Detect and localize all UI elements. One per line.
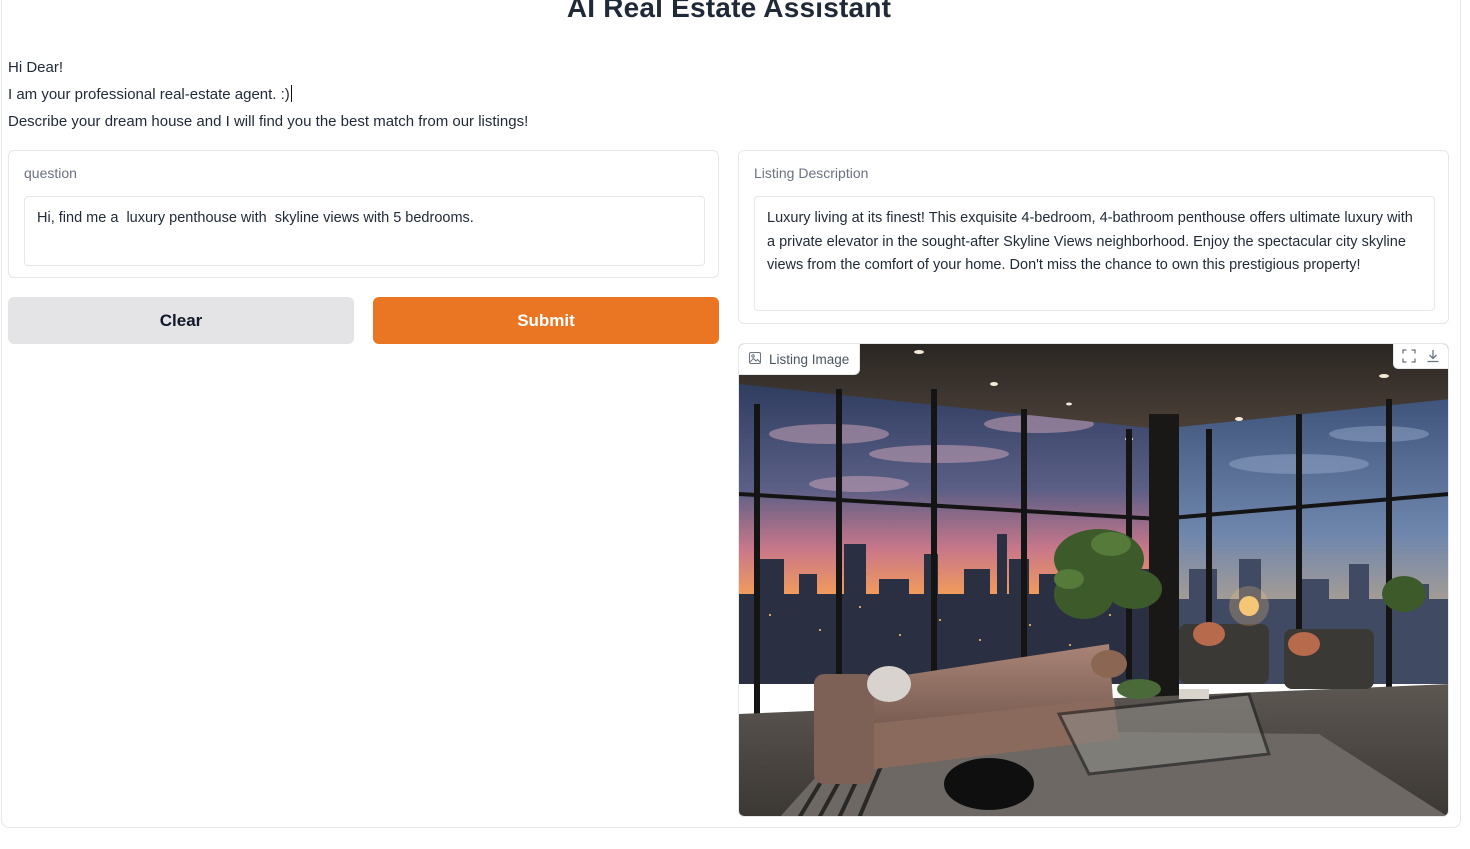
clear-button[interactable]: Clear (8, 297, 354, 344)
question-input[interactable]: Hi, find me a luxury penthouse with skyl… (24, 196, 705, 266)
listing-description-text: Luxury living at its finest! This exquis… (754, 196, 1435, 311)
listing-image-panel: Listing Image (738, 343, 1449, 817)
image-icon (749, 351, 761, 367)
page-title: AI Real Estate Assistant (566, 0, 892, 23)
listing-image-label-text: Listing Image (769, 351, 850, 367)
question-panel: question Hi, find me a luxury penthouse … (8, 150, 719, 278)
intro-greeting: Hi Dear! (8, 59, 64, 76)
listing-image (739, 344, 1448, 816)
listing-description-label: Listing Description (754, 165, 869, 181)
question-label: question (24, 165, 77, 181)
intro-agent-line: I am your professional real-estate agent… (8, 85, 292, 103)
submit-button[interactable]: Submit (373, 297, 719, 344)
fullscreen-icon[interactable] (1400, 347, 1418, 365)
image-toolbar (1393, 344, 1448, 369)
download-icon[interactable] (1424, 347, 1442, 365)
listing-description-panel: Listing Description Luxury living at its… (738, 150, 1449, 324)
intro-instructions: Describe your dream house and I will fin… (8, 113, 529, 130)
text-cursor (290, 85, 292, 102)
listing-image-label: Listing Image (739, 344, 861, 375)
intro-text: Hi Dear! I am your professional real-est… (8, 54, 528, 135)
